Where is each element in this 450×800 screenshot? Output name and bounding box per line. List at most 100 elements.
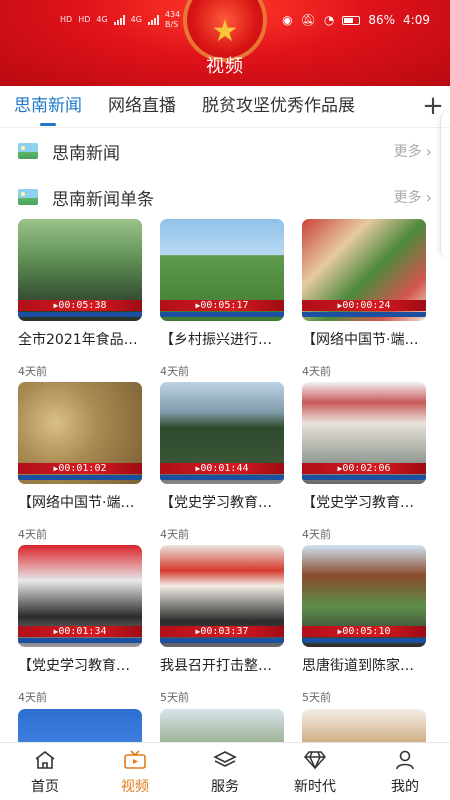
wifi-icon: ◔ xyxy=(323,13,335,27)
caption-bar xyxy=(302,638,426,643)
more-link[interactable]: 更多 › xyxy=(394,141,432,161)
video-time: 4天前 xyxy=(18,365,47,378)
video-time: 4天前 xyxy=(18,528,47,541)
chevron-right-icon: › xyxy=(425,141,432,161)
caption-bar xyxy=(302,312,426,317)
video-thumbnail[interactable]: 00:00:24 xyxy=(302,219,426,321)
video-time: 5天前 xyxy=(302,691,331,704)
channel-tabs: 思南新闻 网络直播 脱贫攻坚优秀作品展 + xyxy=(0,86,450,128)
eye-icon: ◉ xyxy=(282,13,293,27)
caption-bar xyxy=(18,638,142,643)
video-card[interactable]: 00:03:37 我县召开打击整治... 5天前 xyxy=(160,545,284,705)
signal-label-2: 4G xyxy=(130,15,142,24)
bottom-nav: 首页 视频 服务 新时代 我的 xyxy=(0,742,450,800)
user-icon xyxy=(393,749,417,771)
video-card[interactable]: 00:01:44 【党史学习教育】... 4天前 xyxy=(160,382,284,542)
video-card[interactable]: 00:01:34 【党史学习教育】... 4天前 xyxy=(18,545,142,705)
video-duration: 00:05:38 xyxy=(18,300,142,311)
video-thumbnail[interactable]: 00:05:10 xyxy=(302,545,426,647)
diamond-icon xyxy=(303,749,327,771)
nav-label: 视频 xyxy=(121,779,149,795)
video-card[interactable]: 00:05:38 全市2021年食品安全... 4天前 xyxy=(18,219,142,379)
video-time: 4天前 xyxy=(160,528,189,541)
nav-service[interactable]: 服务 xyxy=(180,743,270,800)
image-icon xyxy=(18,189,38,205)
net-speed: 434 xyxy=(164,10,181,19)
video-icon xyxy=(123,749,147,771)
nav-new-era[interactable]: 新时代 xyxy=(270,743,360,800)
video-thumbnail[interactable]: 00:05:17 xyxy=(160,219,284,321)
chevron-right-icon: › xyxy=(425,187,432,207)
video-title[interactable]: 【网络中国节·端午】... xyxy=(302,329,422,349)
video-title[interactable]: 【网络中国节·端午】... xyxy=(18,492,138,512)
video-card[interactable]: 00:02:06 【党史学习教育】... 4天前 xyxy=(302,382,426,542)
section-sinan-news: 思南新闻 更多 › xyxy=(18,136,432,166)
video-duration: 00:05:10 xyxy=(302,626,426,637)
video-card[interactable]: 00:01:02 【网络中国节·端午】... 4天前 xyxy=(18,382,142,542)
section-title: 思南新闻 xyxy=(52,143,120,164)
video-time: 4天前 xyxy=(18,691,47,704)
video-thumbnail[interactable]: 00:03:37 xyxy=(160,545,284,647)
video-title[interactable]: 【党史学习教育】... xyxy=(160,492,280,512)
nav-label: 首页 xyxy=(31,779,59,795)
more-label: 更多 xyxy=(393,144,422,160)
video-card[interactable]: 00:00:24 【网络中国节·端午】... 4天前 xyxy=(302,219,426,379)
status-bar-right: ◉ 🔕︎ ◔ 86% 4:09 xyxy=(282,13,430,27)
tab-poverty-works[interactable]: 脱贫攻坚优秀作品展 xyxy=(202,86,355,127)
video-thumbnail[interactable]: 00:01:02 xyxy=(18,382,142,484)
clock: 4:09 xyxy=(403,13,430,27)
hd-label-1: HD xyxy=(60,15,73,24)
home-icon xyxy=(33,749,57,771)
app-header: ★ HD HD 4G 4G 434 B/S ◉ 🔕︎ ◔ 86% 4:09 视频 xyxy=(0,0,450,86)
caption-bar xyxy=(18,475,142,480)
video-title[interactable]: 思唐街道到陈家寨... xyxy=(302,655,422,675)
caption-bar xyxy=(160,475,284,480)
signal-bars-icon-2 xyxy=(147,15,159,25)
hd-label-2: HD xyxy=(78,15,91,24)
video-title[interactable]: 【党史学习教育】... xyxy=(18,655,138,675)
caption-bar xyxy=(160,638,284,643)
nav-label: 服务 xyxy=(211,779,239,795)
nav-label: 新时代 xyxy=(294,779,336,795)
nav-video[interactable]: 视频 xyxy=(90,743,180,800)
net-speed-unit: B/S xyxy=(164,20,179,29)
video-title[interactable]: 我县召开打击整治... xyxy=(160,655,280,675)
video-thumbnail[interactable]: 00:01:44 xyxy=(160,382,284,484)
more-link[interactable]: 更多 › xyxy=(394,187,432,207)
video-time: 4天前 xyxy=(160,365,189,378)
video-title[interactable]: 全市2021年食品安全... xyxy=(18,329,138,349)
video-time: 4天前 xyxy=(302,365,331,378)
video-thumbnail[interactable]: 00:01:34 xyxy=(18,545,142,647)
video-duration: 00:00:24 xyxy=(302,300,426,311)
caption-bar xyxy=(302,475,426,480)
tab-sinan-news[interactable]: 思南新闻 xyxy=(14,86,82,127)
video-title[interactable]: 【党史学习教育】... xyxy=(302,492,422,512)
section-sinan-news-single: 思南新闻单条 更多 › xyxy=(18,182,432,212)
mute-icon: 🔕︎ xyxy=(300,13,316,27)
video-card[interactable]: 00:05:10 思唐街道到陈家寨... 5天前 xyxy=(302,545,426,705)
video-duration: 00:01:34 xyxy=(18,626,142,637)
nav-label: 我的 xyxy=(391,779,419,795)
nav-mine[interactable]: 我的 xyxy=(360,743,450,800)
status-bar-left: HD HD 4G 4G 434 B/S xyxy=(60,10,180,30)
star-icon: ★ xyxy=(211,13,239,49)
video-time: 5天前 xyxy=(160,691,189,704)
video-card[interactable]: 00:05:17 【乡村振兴进行时】... 4天前 xyxy=(160,219,284,379)
video-duration: 00:05:17 xyxy=(160,300,284,311)
video-time: 4天前 xyxy=(302,528,331,541)
nav-home[interactable]: 首页 xyxy=(0,743,90,800)
video-duration: 00:02:06 xyxy=(302,463,426,474)
battery-level: 86% xyxy=(368,13,396,27)
video-thumbnail[interactable]: 00:02:06 xyxy=(302,382,426,484)
tab-live[interactable]: 网络直播 xyxy=(108,86,176,127)
caption-bar xyxy=(160,312,284,317)
video-thumbnail[interactable]: 00:05:38 xyxy=(18,219,142,321)
signal-bars-icon xyxy=(113,15,125,25)
video-title[interactable]: 【乡村振兴进行时】... xyxy=(160,329,280,349)
side-drawer-edge[interactable] xyxy=(440,112,450,257)
signal-label-1: 4G xyxy=(96,15,108,24)
image-icon xyxy=(18,143,38,159)
page-title: 视频 xyxy=(206,56,244,77)
video-duration: 00:01:44 xyxy=(160,463,284,474)
layers-icon xyxy=(213,749,237,771)
